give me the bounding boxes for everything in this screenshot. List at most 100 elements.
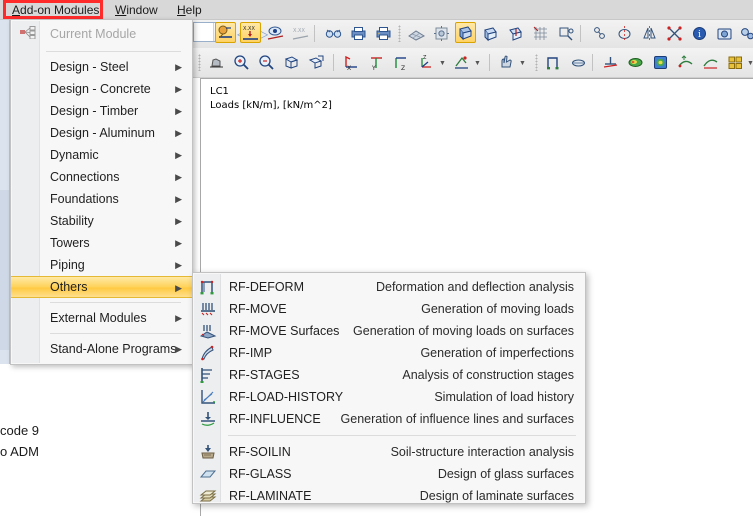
snap-button[interactable] (555, 23, 576, 44)
mirror-button[interactable] (639, 23, 660, 44)
menu-item-others[interactable]: Others ▶ (11, 276, 192, 298)
chevron-right-icon: ▶ (175, 62, 182, 72)
surface-button[interactable] (568, 52, 589, 73)
toolbar-grip[interactable] (198, 54, 201, 71)
select-hand-button[interactable] (496, 52, 517, 73)
menu-item-stability[interactable]: Stability ▶ (12, 210, 191, 232)
glass-surface-icon (199, 470, 217, 478)
chevron-right-icon: ▶ (175, 172, 182, 182)
zoom-out-button[interactable] (256, 52, 277, 73)
solid-view-button[interactable] (431, 23, 452, 44)
chevron-down-icon[interactable]: ▼ (747, 60, 753, 67)
node-select-icon (594, 27, 605, 39)
mesh-view-button[interactable] (406, 23, 427, 44)
results-solid-button[interactable] (650, 52, 671, 73)
submenu-item-name: RF-INFLUENCE (229, 412, 321, 426)
menu-item-dynamic[interactable]: Dynamic ▶ (12, 144, 191, 166)
submenu-item-rf-influence[interactable]: RF-INFLUENCE Generation of influence lin… (194, 408, 584, 430)
xxx-result-icon: X.XX (292, 28, 309, 40)
show-result-values-button[interactable] (265, 23, 286, 44)
printout-report-button[interactable] (373, 23, 394, 44)
menu-item-design-steel[interactable]: Design - Steel ▶ (12, 56, 191, 78)
member-button[interactable] (543, 52, 564, 73)
chevron-right-icon: ▶ (175, 344, 182, 354)
load-history-icon (201, 390, 215, 404)
menu-item-foundations[interactable]: Foundations ▶ (12, 188, 191, 210)
background-text-line-1: code 9 (0, 423, 40, 438)
scale-icon (667, 26, 682, 41)
zoom-all-button[interactable] (281, 52, 302, 73)
render-glasses-button[interactable] (323, 23, 344, 44)
menu-item-piping[interactable]: Piping ▶ (12, 254, 191, 276)
model-section-button[interactable] (480, 23, 501, 44)
menu-item-label: Design - Timber (50, 104, 139, 118)
submenu-item-rf-move-surfaces[interactable]: RF-MOVE Surfaces Generation of moving lo… (194, 320, 584, 342)
submenu-item-name: RF-MOVE (229, 302, 287, 316)
show-result-numbers-button[interactable]: X.XX (290, 23, 311, 44)
submenu-item-rf-deform[interactable]: RF-DEFORM Deformation and deflection ana… (194, 276, 584, 298)
camera-button[interactable] (714, 23, 735, 44)
menu-item-label: Stand-Alone Programs (50, 342, 177, 356)
toolbar-grip[interactable] (535, 54, 538, 71)
submenu-item-rf-stages[interactable]: RF-STAGES Analysis of construction stage… (194, 364, 584, 386)
submenu-item-rf-move[interactable]: RF-MOVE Generation of moving loads (194, 298, 584, 320)
zoom-window-button[interactable] (306, 52, 327, 73)
deformation-button[interactable] (675, 52, 696, 73)
show-loads-values-button[interactable] (215, 22, 236, 43)
menubar-item-help[interactable]: Help (170, 2, 209, 18)
settings-button[interactable] (737, 23, 753, 44)
menu-item-design-concrete[interactable]: Design - Concrete ▶ (12, 78, 191, 100)
submenu-item-name: RF-SOILIN (229, 445, 291, 459)
background-text-line-2: o ADM (0, 444, 40, 459)
menubar-item-window[interactable]: Window (108, 2, 165, 18)
view-iso-button[interactable]: Z (416, 52, 437, 73)
diagram-button[interactable] (700, 52, 721, 73)
model-solid-button[interactable] (505, 23, 526, 44)
menu-item-stand-alone-programs[interactable]: Stand-Alone Programs ▶ (12, 338, 191, 360)
menu-item-design-timber[interactable]: Design - Timber ▶ (12, 100, 191, 122)
menu-item-towers[interactable]: Towers ▶ (12, 232, 191, 254)
rotate-button[interactable] (614, 23, 635, 44)
results-surface-button[interactable] (625, 52, 646, 73)
submenu-item-name: RF-DEFORM (229, 280, 304, 294)
submenu-item-name: RF-LAMINATE (229, 489, 312, 503)
model-section-icon (484, 27, 497, 42)
toolbar-grip[interactable] (398, 25, 401, 42)
load-value-icon (218, 25, 232, 38)
view-y-button[interactable]: Y (366, 52, 387, 73)
zoom-in-button[interactable] (231, 52, 252, 73)
scale-button[interactable] (664, 23, 685, 44)
info-button[interactable]: i (689, 23, 710, 44)
view-x-button[interactable]: X (341, 52, 362, 73)
view-rotate-button[interactable] (451, 52, 472, 73)
menu-item-design-aluminum[interactable]: Design - Aluminum ▶ (12, 122, 191, 144)
print-preview-button[interactable] (348, 23, 369, 44)
menu-item-label: Design - Aluminum (50, 126, 155, 140)
menu-item-external-modules[interactable]: External Modules ▶ (12, 307, 191, 329)
zoom-pan-button[interactable] (206, 52, 227, 73)
navigator-scrollbar[interactable] (0, 190, 9, 350)
menu-separator (50, 302, 181, 303)
submenu-item-rf-load-history[interactable]: RF-LOAD-HISTORY Simulation of load histo… (194, 386, 584, 408)
submenu-item-rf-imp[interactable]: RF-IMP Generation of imperfections (194, 342, 584, 364)
panel-button[interactable] (725, 52, 746, 73)
node-select-button[interactable] (589, 23, 610, 44)
grid-button[interactable] (530, 23, 551, 44)
submenu-item-rf-glass[interactable]: RF-GLASS Design of glass surfaces (194, 463, 584, 485)
chevron-down-icon[interactable]: ▼ (519, 60, 526, 67)
submenu-item-desc: Design of laminate surfaces (419, 489, 574, 503)
svg-text:Z: Z (423, 55, 427, 61)
menu-item-label: Foundations (50, 192, 119, 206)
menubar-item-addon-modules[interactable]: Add-on Modules (5, 2, 106, 18)
chevron-down-icon[interactable]: ▼ (439, 60, 446, 67)
submenu-item-rf-laminate[interactable]: RF-LAMINATE Design of laminate surfaces (194, 485, 584, 507)
show-numeric-values-button[interactable]: X.XX (240, 22, 261, 43)
support-button[interactable] (600, 52, 621, 73)
toolbar-secondary: X Y Z Z ▼ ▼ ▼ ▼ (193, 48, 753, 78)
chevron-down-icon[interactable]: ▼ (474, 60, 481, 67)
model-wire-button[interactable] (455, 22, 476, 43)
menu-item-connections[interactable]: Connections ▶ (12, 166, 191, 188)
view-z-button[interactable]: Z (391, 52, 412, 73)
moving-load-surface-icon (199, 325, 217, 339)
submenu-item-rf-soilin[interactable]: RF-SOILIN Soil-structure interaction ana… (194, 441, 584, 463)
